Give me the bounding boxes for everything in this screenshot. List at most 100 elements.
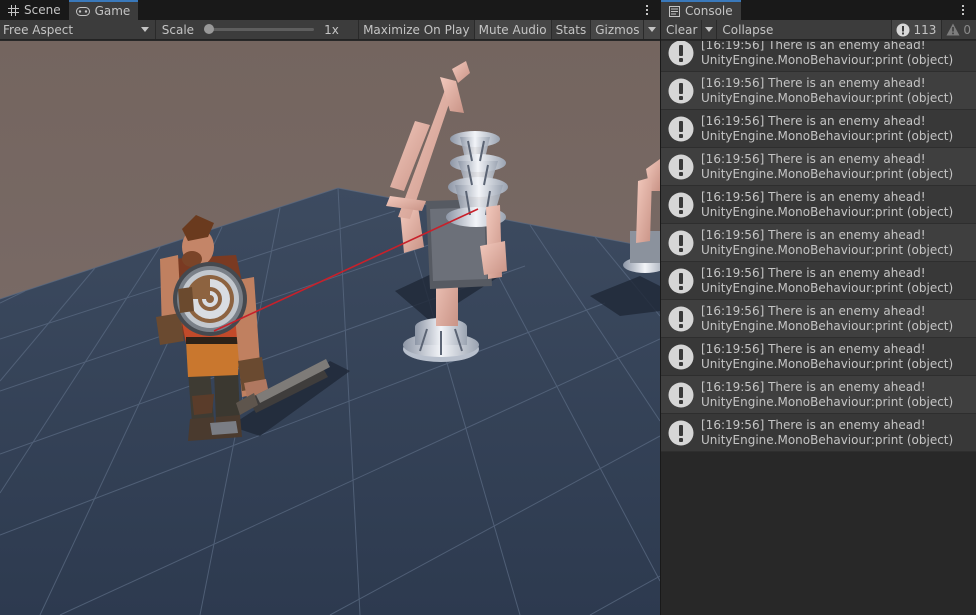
game-viewport[interactable] [0,41,660,615]
console-log-entry[interactable]: [16:19:56] There is an enemy ahead! Unity… [661,72,976,110]
log-entry-body: There is an enemy ahead! [768,379,926,394]
log-entry-time: [16:19:56] [701,379,765,394]
chevron-down-icon [140,27,149,32]
info-icon [661,414,701,452]
log-entry-time: [16:19:56] [701,41,765,52]
tab-scene-label: Scene [24,3,61,17]
console-log-entry[interactable]: [16:19:56] There is an enemy ahead! Unity… [661,148,976,186]
scale-slider-handle[interactable] [204,24,215,34]
tab-game[interactable]: Game [68,0,139,20]
log-entry-text: [16:19:56] There is an enemy ahead! Unity… [701,304,953,334]
mute-audio-button[interactable]: Mute Audio [473,20,551,39]
log-entry-body: There is an enemy ahead! [768,113,926,128]
scale-value: 1x [324,22,339,37]
log-entry-time: [16:19:56] [701,151,765,166]
log-entry-time: [16:19:56] [701,303,765,318]
gizmos-label: Gizmos [595,22,640,37]
tab-console-label: Console [685,4,733,18]
tab-scene[interactable]: Scene [0,0,69,20]
gizmos-dropdown-arrow[interactable] [643,20,660,39]
scale-control: Scale 1x [156,20,358,39]
warning-filter-toggle[interactable]: 0 [941,20,976,39]
log-entry-body: There is an enemy ahead! [768,75,926,90]
gizmos-button[interactable]: Gizmos [590,20,644,39]
scale-label: Scale [161,22,195,37]
scale-slider[interactable] [204,24,315,34]
console-tabbar: Console [661,0,976,20]
console-log-entry[interactable]: [16:19:56] There is an enemy ahead! Unity… [661,224,976,262]
log-entry-text: [16:19:56] There is an enemy ahead! Unity… [701,76,953,106]
log-entry-message: [16:19:56] There is an enemy ahead! [701,266,953,281]
log-entry-text: [16:19:56] There is an enemy ahead! Unity… [701,152,953,182]
game-panel: Scene Game Free Aspect Scale 1x Maximize… [0,0,660,615]
info-icon [661,338,701,376]
log-entry-body: There is an enemy ahead! [768,151,926,166]
log-entry-message: [16:19:56] There is an enemy ahead! [701,304,953,319]
game-tabbar: Scene Game [0,0,660,20]
gamepad-icon [75,5,90,17]
log-entry-time: [16:19:56] [701,227,765,242]
log-entry-time: [16:19:56] [701,189,765,204]
log-entry-source: UnityEngine.MonoBehaviour:print (object) [701,90,954,105]
log-entry-text: [16:19:56] There is an enemy ahead! Unity… [701,266,953,296]
game-toolbar: Free Aspect Scale 1x Maximize On Play Mu… [0,20,660,40]
console-log-entry[interactable]: [16:19:56] There is an enemy ahead! Unity… [661,338,976,376]
warning-count: 0 [963,22,971,37]
log-entry-message: [16:19:56] There is an enemy ahead! [701,114,953,129]
log-entry-message: [16:19:56] There is an enemy ahead! [701,190,953,205]
log-entry-text: [16:19:56] There is an enemy ahead! Unity… [701,418,953,448]
stats-label: Stats [555,22,587,37]
maximize-on-play-label: Maximize On Play [363,22,470,37]
log-entry-source: UnityEngine.MonoBehaviour:print (object) [701,318,954,333]
aspect-label: Free Aspect [3,22,74,37]
log-entry-text: [16:19:56] There is an enemy ahead! Unity… [701,380,953,410]
console-log-entry[interactable]: [16:19:56] There is an enemy ahead! Unity… [661,110,976,148]
console-log-entry[interactable]: [16:19:56] There is an enemy ahead! Unity… [661,300,976,338]
log-entry-message: [16:19:56] There is an enemy ahead! [701,152,953,167]
info-icon [896,23,910,37]
console-icon [668,5,680,17]
clear-options-dropdown[interactable] [701,20,718,39]
info-icon [661,72,701,110]
aspect-dropdown[interactable]: Free Aspect [0,20,156,39]
console-log-entry[interactable]: [16:19:56] There is an enemy ahead! Unity… [661,414,976,452]
log-entry-body: There is an enemy ahead! [768,417,926,432]
collapse-button[interactable]: Collapse [717,20,778,39]
console-log-entry[interactable]: [16:19:56] There is an enemy ahead! Unity… [661,41,976,72]
stats-button[interactable]: Stats [550,20,591,39]
info-count: 113 [913,22,937,37]
console-toolbar: Clear Collapse 113 0 [661,20,976,40]
log-entry-body: There is an enemy ahead! [768,41,926,52]
console-panel: Console Clear Collapse 113 0 [16:19:56] … [661,0,976,615]
info-filter-toggle[interactable]: 113 [891,20,942,39]
log-entry-body: There is an enemy ahead! [768,341,926,356]
console-log-list[interactable]: [16:19:56] There is an enemy ahead! Unity… [661,41,976,615]
clear-label: Clear [666,22,698,37]
log-entry-time: [16:19:56] [701,341,765,356]
log-entry-message: [16:19:56] There is an enemy ahead! [701,380,953,395]
maximize-on-play-button[interactable]: Maximize On Play [358,20,474,39]
info-icon [661,376,701,414]
console-log-rows: [16:19:56] There is an enemy ahead! Unity… [661,41,976,452]
console-log-entry[interactable]: [16:19:56] There is an enemy ahead! Unity… [661,376,976,414]
log-entry-source: UnityEngine.MonoBehaviour:print (object) [701,394,954,409]
tab-game-label: Game [94,4,131,18]
console-log-entry[interactable]: [16:19:56] There is an enemy ahead! Unity… [661,186,976,224]
mute-audio-label: Mute Audio [478,22,547,37]
log-entry-source: UnityEngine.MonoBehaviour:print (object) [701,280,954,295]
console-log-entry[interactable]: [16:19:56] There is an enemy ahead! Unity… [661,262,976,300]
log-entry-time: [16:19:56] [701,75,765,90]
log-entry-source: UnityEngine.MonoBehaviour:print (object) [701,242,954,257]
panel-menu-icon[interactable] [640,2,654,18]
log-entry-source: UnityEngine.MonoBehaviour:print (object) [701,128,954,143]
log-entry-text: [16:19:56] There is an enemy ahead! Unity… [701,342,953,372]
log-entry-body: There is an enemy ahead! [768,303,926,318]
console-menu-icon[interactable] [956,2,970,18]
warning-icon [946,23,960,37]
chevron-down-icon [648,27,657,32]
tab-console[interactable]: Console [661,0,741,20]
clear-button[interactable]: Clear [661,20,701,39]
log-entry-source: UnityEngine.MonoBehaviour:print (object) [701,166,954,181]
log-entry-source: UnityEngine.MonoBehaviour:print (object) [701,356,954,371]
